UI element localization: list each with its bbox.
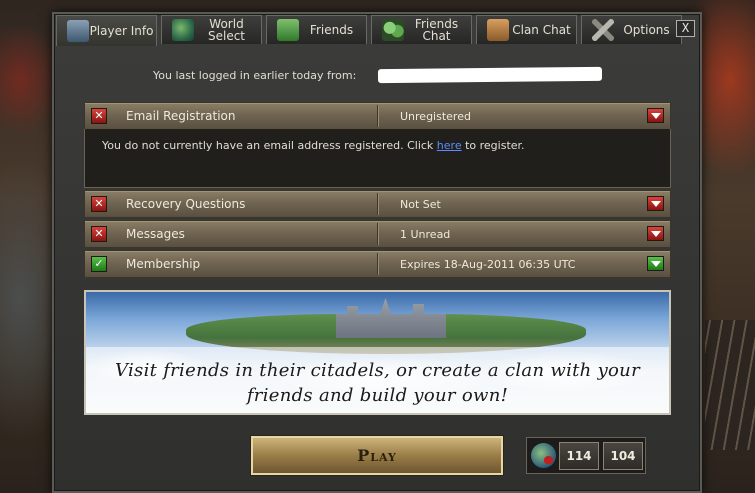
row-value: Not Set xyxy=(400,198,441,211)
tab-label: Clan Chat xyxy=(512,23,571,37)
email-details-after: to register. xyxy=(461,139,525,152)
tab-world-select[interactable]: World Select xyxy=(161,15,262,44)
tab-player-info[interactable]: Player Info xyxy=(56,15,157,46)
tab-bar: Player Info World Select Friends Friends… xyxy=(56,15,686,46)
tab-friends-chat[interactable]: Friends Chat xyxy=(371,15,472,44)
tab-label: Options xyxy=(623,23,670,37)
citadel-image xyxy=(336,298,446,338)
tab-label: Friends Chat xyxy=(414,17,459,43)
row-divider xyxy=(377,223,378,245)
row-label: Messages xyxy=(126,227,185,241)
row-email-registration[interactable]: ✕ Email Registration Unregistered xyxy=(84,102,671,130)
cross-icon: ✕ xyxy=(91,108,107,124)
chevron-down-icon[interactable] xyxy=(647,226,664,241)
row-label: Email Registration xyxy=(126,109,236,123)
redacted-address xyxy=(377,66,603,84)
tab-label: World Select xyxy=(207,17,246,43)
globe-heart-icon xyxy=(531,443,556,468)
chevron-down-icon[interactable] xyxy=(647,196,664,211)
row-label: Membership xyxy=(126,257,201,271)
play-button[interactable]: Play xyxy=(251,436,503,475)
world-icon xyxy=(172,19,194,41)
email-details-panel: You do not currently have an email addre… xyxy=(84,129,671,188)
stat-value-2: 104 xyxy=(603,442,643,470)
banner-text: Visit friends in their citadels, or crea… xyxy=(86,358,669,408)
banner-line-2: friends and build your own! xyxy=(246,385,509,406)
row-label: Recovery Questions xyxy=(126,197,246,211)
tab-clan-chat[interactable]: Clan Chat xyxy=(476,15,577,44)
row-recovery-questions[interactable]: ✕ Recovery Questions Not Set xyxy=(84,190,671,218)
promo-banner[interactable]: Visit friends in their citadels, or crea… xyxy=(84,290,671,415)
world-stats: 114 104 xyxy=(526,437,646,474)
background-spikes xyxy=(705,320,755,450)
tab-options[interactable]: Options xyxy=(581,15,682,44)
cross-icon: ✕ xyxy=(91,226,107,242)
chevron-down-icon[interactable] xyxy=(647,256,664,271)
player-icon xyxy=(67,20,89,42)
stat-value-1: 114 xyxy=(559,442,599,470)
row-divider xyxy=(377,253,378,275)
row-divider xyxy=(377,105,378,127)
options-icon xyxy=(592,19,614,41)
chevron-down-icon[interactable] xyxy=(647,108,664,123)
row-value: Expires 18-Aug-2011 06:35 UTC xyxy=(400,258,576,271)
row-membership[interactable]: ✓ Membership Expires 18-Aug-2011 06:35 U… xyxy=(84,250,671,278)
cross-icon: ✕ xyxy=(91,196,107,212)
row-divider xyxy=(377,193,378,215)
banner-line-1: Visit friends in their citadels, or crea… xyxy=(115,360,640,381)
email-details-before: You do not currently have an email addre… xyxy=(102,139,437,152)
email-details-text: You do not currently have an email addre… xyxy=(102,139,525,152)
last-login-text: You last logged in earlier today from: xyxy=(153,69,357,82)
register-link[interactable]: here xyxy=(437,139,462,152)
tab-label: Player Info xyxy=(89,24,154,38)
row-value: 1 Unread xyxy=(400,228,451,241)
friends-chat-icon xyxy=(382,19,404,41)
friends-icon xyxy=(277,19,299,41)
tab-label: Friends xyxy=(309,23,354,37)
tab-friends[interactable]: Friends xyxy=(266,15,367,44)
close-button[interactable]: X xyxy=(676,20,695,37)
row-messages[interactable]: ✕ Messages 1 Unread xyxy=(84,220,671,248)
checkmark-icon: ✓ xyxy=(91,256,107,272)
row-value: Unregistered xyxy=(400,110,471,123)
clan-icon xyxy=(487,19,509,41)
